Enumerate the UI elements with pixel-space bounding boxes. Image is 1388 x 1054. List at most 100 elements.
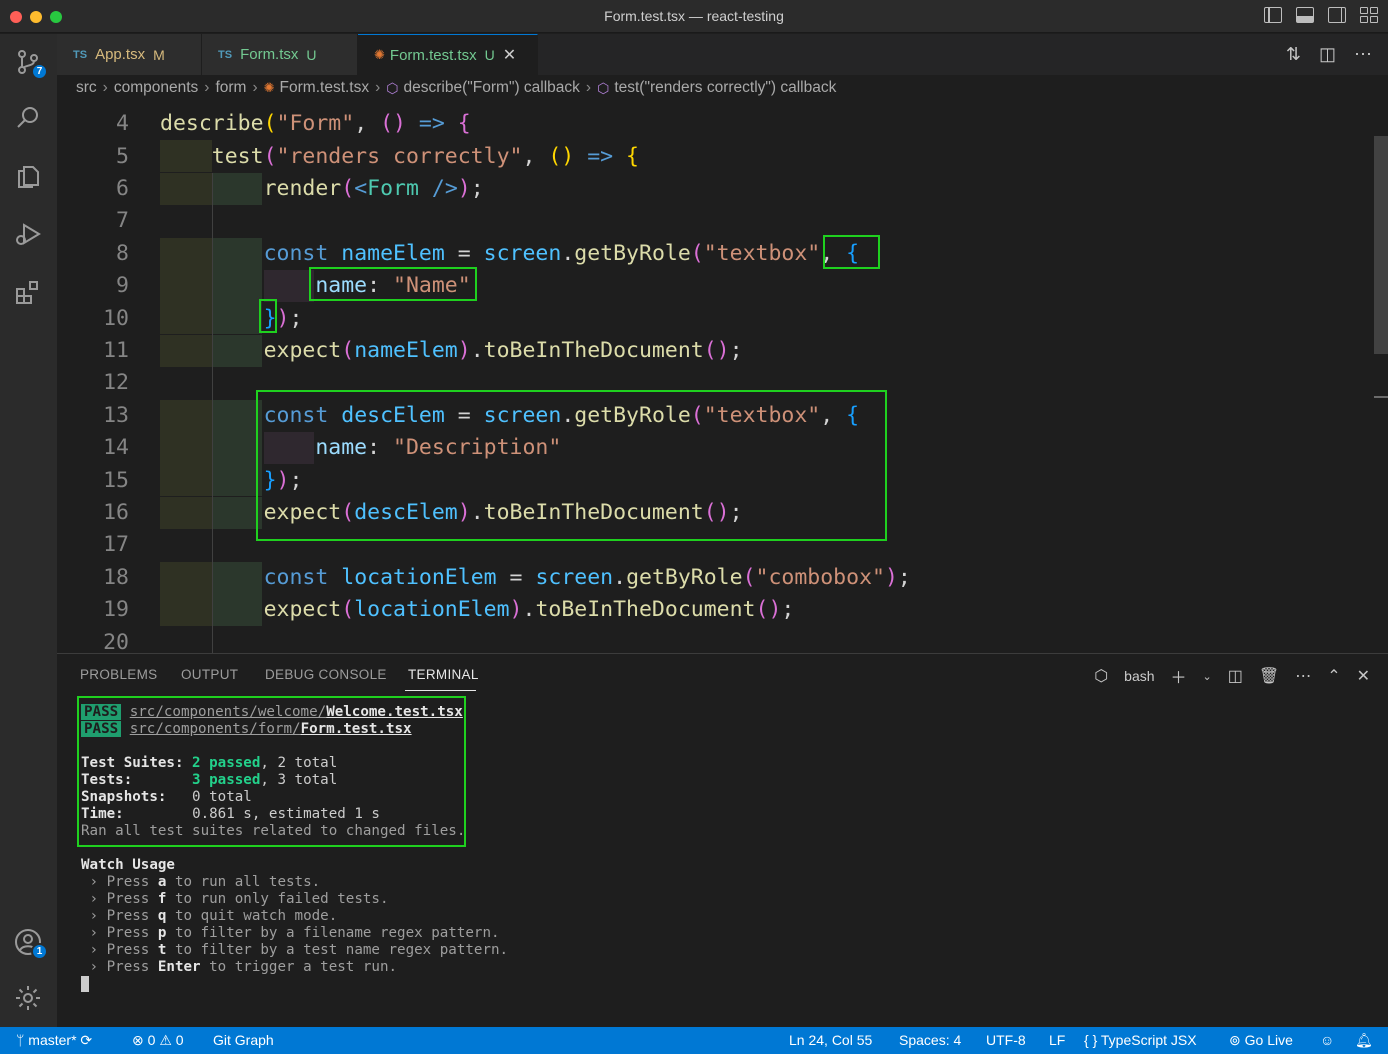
broadcast-icon: ⊚ [1229,1032,1245,1048]
code-line: const nameElem = screen.getByRole("textb… [263,241,860,266]
tab-label: Form.tsx [240,46,299,63]
terminal-line: Test Suites: 2 passed, 2 total [81,755,338,771]
code-line: expect(locationElem).toBeInTheDocument()… [263,597,795,622]
tab-terminal[interactable]: TERMINAL [408,667,479,682]
code-editor[interactable]: 4 5 6 7 8 9 10 11 12 13 14 15 16 17 18 1… [57,101,1388,653]
line-number: 14 [103,435,129,460]
error-icon: ⊗ [132,1032,148,1048]
search-icon[interactable] [12,102,44,134]
editor-scrollbar[interactable] [1374,136,1388,354]
more-actions-icon[interactable]: ⋯ [1295,666,1311,686]
maximize-panel-icon[interactable]: ⌃ [1327,666,1340,686]
git-graph-button[interactable]: Git Graph [213,1032,274,1048]
terminal-shell-icon: ⬡ [1094,668,1109,685]
code-line: describe("Form", () => { [160,111,471,136]
toggle-primary-sidebar-icon[interactable] [1264,7,1282,23]
terminal-line: › Press q to quit watch mode. [81,908,338,924]
indentation-status[interactable]: Spaces: 4 [899,1032,961,1048]
terminal-line: Watch Usage [81,857,175,873]
new-terminal-icon[interactable]: ＋ [1171,664,1187,688]
breadcrumb-item[interactable]: describe("Form") callback [404,79,580,97]
code-line: render(<Form />); [263,176,484,201]
problems-status[interactable]: ⊗ 0 ⚠ 0 [132,1032,184,1049]
title-bar: Form.test.tsx — react-testing [0,0,1388,33]
breadcrumb-item[interactable]: Form.test.tsx [280,79,370,97]
tab-debug-console[interactable]: DEBUG CONSOLE [265,667,387,682]
split-terminal-icon[interactable]: ◫ [1228,666,1243,686]
branch-status[interactable]: ᛘ master* ⟳ [16,1032,92,1049]
tab-app-tsx[interactable]: TS App.tsx M [57,34,202,75]
terminal-shell-label[interactable]: bash [1124,668,1154,684]
line-number: 15 [103,468,129,493]
toggle-secondary-sidebar-icon[interactable] [1328,7,1346,23]
chevron-right-icon: › [252,79,258,96]
breadcrumb-item[interactable]: test("renders correctly") callback [614,79,836,97]
run-debug-icon[interactable] [12,218,44,250]
line-number: 13 [103,403,129,428]
tab-status: U [484,47,495,63]
breadcrumb-item[interactable]: components [114,79,198,97]
go-live-button[interactable]: ⊚ Go Live [1229,1032,1293,1049]
open-changes-icon[interactable]: ⇅ [1286,44,1301,65]
extensions-icon[interactable] [12,276,44,308]
active-tab-indicator [405,690,476,691]
code-line: test("renders correctly", () => { [211,144,639,169]
accounts-badge: 1 [31,943,48,960]
trash-icon[interactable]: 🗑 [1259,666,1279,686]
accounts-icon[interactable]: 1 [12,926,48,960]
more-actions-icon[interactable]: ⋯ [1354,44,1372,65]
typescript-icon: TS [73,48,88,61]
terminal-line: › Press Enter to trigger a test run. [81,959,398,975]
line-number: 12 [103,370,129,395]
source-control-icon[interactable]: 7 [12,46,48,80]
git-branch-icon: ᛘ [16,1032,29,1048]
line-number: 10 [103,306,129,331]
breadcrumb-item[interactable]: form [215,79,246,97]
settings-gear-icon[interactable] [12,982,44,1014]
tab-form-tsx[interactable]: TS Form.tsx U [202,34,358,75]
line-number: 8 [116,241,129,266]
line-number: 7 [116,208,129,233]
split-editor-icon[interactable]: ◫ [1319,44,1336,65]
terminal-cursor[interactable] [81,976,89,997]
close-tab-icon[interactable]: ✕ [503,45,516,65]
tab-status: U [306,46,317,63]
code-line: expect(nameElem).toBeInTheDocument(); [263,338,743,363]
tab-label: App.tsx [95,46,146,63]
line-number: 6 [116,176,129,201]
window-title: Form.test.tsx — react-testing [604,8,784,24]
editor-tab-bar: TS App.tsx M TS Form.tsx U ✺ Form.test.t… [57,34,1388,75]
line-number: 11 [103,338,129,363]
chevron-down-icon[interactable]: ⌄ [1203,670,1212,683]
eol-status[interactable]: LF [1049,1032,1065,1048]
line-number: 4 [116,111,129,136]
warning-icon: ⚠ [159,1032,176,1048]
feedback-icon[interactable]: ☺ [1320,1032,1334,1048]
terminal-line: › Press f to run only failed tests. [81,891,389,907]
tab-problems[interactable]: PROBLEMS [80,667,157,682]
explorer-icon[interactable] [12,160,44,192]
terminal-line: › Press p to filter by a filename regex … [81,925,500,941]
chevron-right-icon: › [102,79,108,96]
tab-output[interactable]: OUTPUT [181,667,238,682]
terminal-line: Snapshots: 0 total [81,789,252,805]
line-number: 19 [103,597,129,622]
tab-form-test-tsx[interactable]: ✺ Form.test.tsx U ✕ [358,34,538,75]
terminal-line: PASS src/components/form/Form.test.tsx [81,721,412,738]
language-mode[interactable]: { } TypeScript JSX [1084,1032,1197,1048]
line-number: 9 [116,273,129,298]
notifications-bell-icon[interactable]: 🔔︎ [1355,1032,1373,1049]
cursor-position[interactable]: Ln 24, Col 55 [789,1032,872,1048]
breadcrumb: src › components › form › ✺ Form.test.ts… [57,75,1388,101]
chevron-right-icon: › [585,79,592,96]
line-number: 20 [103,630,129,653]
breadcrumb-item[interactable]: src [76,79,97,97]
toggle-panel-icon[interactable] [1296,7,1314,23]
terminal-line: PASS src/components/welcome/Welcome.test… [81,704,463,721]
highlight-box [823,235,880,269]
line-number: 5 [116,144,129,169]
terminal-line: › Press a to run all tests. [81,874,321,890]
close-panel-icon[interactable]: ✕ [1357,666,1370,686]
customize-layout-icon[interactable] [1360,7,1378,23]
encoding-status[interactable]: UTF-8 [986,1032,1026,1048]
